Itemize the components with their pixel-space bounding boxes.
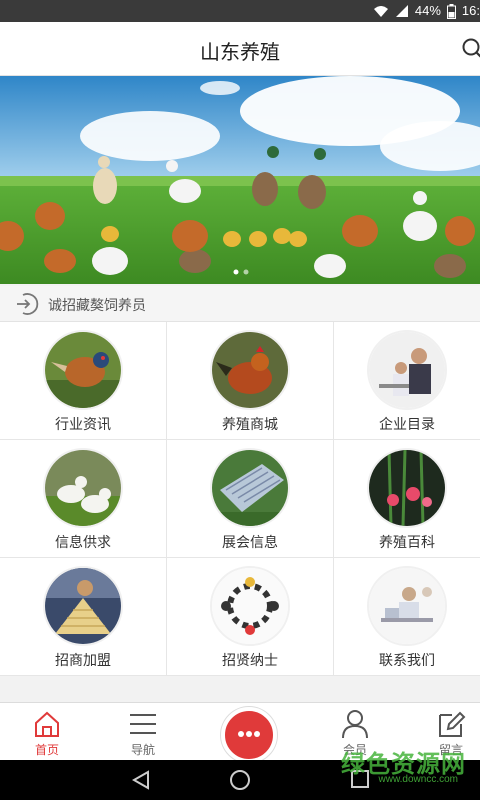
menu-icon	[130, 714, 156, 734]
search-icon[interactable]	[460, 36, 480, 62]
grid-item-industry-news[interactable]: 行业资讯	[0, 322, 167, 440]
nav-navigation-label: 导航	[130, 743, 155, 757]
goats-icon	[43, 448, 123, 528]
pyramid-icon	[43, 566, 123, 646]
status-bar: 44% 16:	[0, 0, 480, 22]
battery-percent: 44%	[414, 3, 441, 18]
grid-item-label: 养殖商城	[222, 417, 278, 433]
grid-item-encyclopedia[interactable]: 养殖百科	[334, 440, 480, 558]
flowers-icon	[367, 448, 447, 528]
grid-item-franchise[interactable]: 招商加盟	[0, 558, 167, 676]
category-grid: 行业资讯 养殖商城 企业目录 信息供求 展会信息 养殖百科 招商加盟 招贤纳士 …	[0, 322, 480, 676]
more-dot	[254, 731, 260, 737]
grid-item-recruitment[interactable]: 招贤纳士	[167, 558, 334, 676]
grid-item-mall[interactable]: 养殖商城	[167, 322, 334, 440]
notice-text: 诚招藏獒饲养员	[48, 298, 146, 314]
app-header: 山东养殖	[0, 22, 480, 76]
nav-home[interactable]: 首页	[12, 703, 82, 761]
rooster-icon	[210, 330, 290, 410]
home-icon	[35, 711, 59, 737]
battery-icon	[446, 3, 456, 19]
grid-item-exhibitions[interactable]: 展会信息	[167, 440, 334, 558]
grid-item-contact[interactable]: 联系我们	[334, 558, 480, 676]
office-people-icon	[367, 330, 447, 410]
signal-icon	[395, 5, 408, 17]
grid-item-supply-demand[interactable]: 信息供求	[0, 440, 167, 558]
greenhouse-icon	[210, 448, 290, 528]
nav-home-label: 首页	[34, 743, 59, 757]
enter-icon	[17, 293, 39, 315]
more-dot	[238, 731, 244, 737]
grid-item-label: 行业资讯	[55, 417, 111, 433]
wifi-icon	[373, 6, 388, 17]
edit-icon	[439, 711, 466, 737]
home-circle-icon[interactable]	[229, 769, 251, 791]
pheasant-icon	[43, 330, 123, 410]
user-icon	[342, 710, 368, 739]
banner-carousel[interactable]	[0, 76, 480, 284]
more-dot	[246, 731, 252, 737]
status-indicators: 44% 16:	[373, 3, 480, 19]
grid-item-directory[interactable]: 企业目录	[334, 322, 480, 440]
clock: 16:	[461, 3, 480, 18]
page-title: 山东养殖	[200, 40, 280, 64]
more-button[interactable]	[221, 707, 277, 763]
call-center-icon	[367, 566, 447, 646]
grid-item-label: 养殖百科	[379, 535, 435, 551]
grid-item-label: 招贤纳士	[222, 653, 278, 669]
watermark-url: www.downcc.com	[378, 774, 458, 785]
grid-item-label: 联系我们	[379, 653, 435, 669]
grid-item-label: 企业目录	[379, 417, 435, 433]
grid-item-label: 招商加盟	[55, 653, 111, 669]
notice-bar[interactable]: 诚招藏獒饲养员	[0, 286, 480, 322]
banner-image	[0, 76, 480, 284]
grid-item-label: 展会信息	[222, 535, 278, 551]
grid-item-label: 信息供求	[55, 535, 111, 551]
back-icon[interactable]	[130, 769, 152, 791]
people-circle-icon	[210, 566, 290, 646]
nav-navigation[interactable]: 导航	[108, 703, 178, 761]
